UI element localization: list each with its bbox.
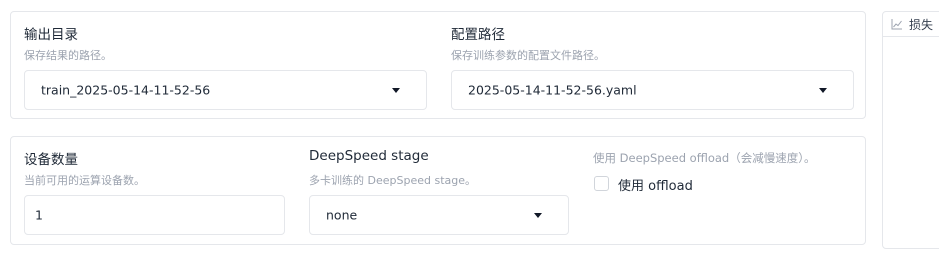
distributed-panel: 设备数量 当前可用的运算设备数。 1 DeepSpeed stage 多卡训练的… <box>10 136 866 245</box>
loss-plot-label: 损失 <box>909 18 934 32</box>
config-path-info: 保存训练参数的配置文件路径。 <box>451 49 605 62</box>
output-dir-label: 输出目录 <box>24 27 78 43</box>
deepspeed-stage-value: none <box>326 207 358 223</box>
line-chart-icon <box>891 19 902 30</box>
device-count-info: 当前可用的运算设备数。 <box>24 174 145 187</box>
deepspeed-stage-info: 多卡训练的 DeepSpeed stage。 <box>309 174 476 187</box>
output-dir-info: 保存结果的路径。 <box>24 49 112 62</box>
paths-panel: 输出目录 保存结果的路径。 train_2025-05-14-11-52-56 … <box>10 11 866 119</box>
loss-plot-header: 损失 <box>883 12 939 37</box>
chevron-down-icon <box>534 213 542 218</box>
device-count-label: 设备数量 <box>24 152 78 168</box>
offload-label: 使用 DeepSpeed offload（会减慢速度）。 <box>593 151 816 165</box>
config-path-dropdown[interactable]: 2025-05-14-11-52-56.yaml <box>451 70 854 110</box>
chevron-down-icon <box>392 88 400 93</box>
offload-checkbox-label[interactable]: 使用 offload <box>618 175 693 194</box>
chevron-down-icon <box>819 88 827 93</box>
config-path-label: 配置路径 <box>451 27 505 43</box>
offload-checkbox[interactable] <box>594 176 609 191</box>
deepspeed-stage-dropdown[interactable]: none <box>309 195 569 235</box>
deepspeed-stage-label: DeepSpeed stage <box>309 148 429 164</box>
output-dir-value: train_2025-05-14-11-52-56 <box>41 82 211 98</box>
config-path-value: 2025-05-14-11-52-56.yaml <box>468 82 637 98</box>
device-count-value: 1 <box>35 207 43 223</box>
output-dir-dropdown[interactable]: train_2025-05-14-11-52-56 <box>24 70 427 110</box>
device-count-input[interactable]: 1 <box>24 195 285 235</box>
loss-plot-panel: 损失 <box>882 11 939 249</box>
